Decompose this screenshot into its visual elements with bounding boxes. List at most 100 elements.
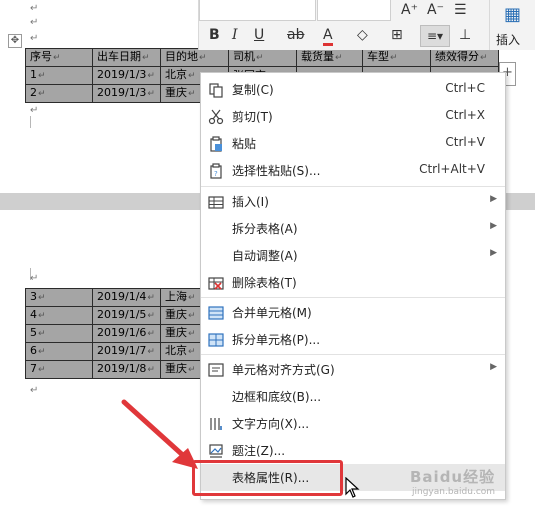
table-header-cell[interactable]: 司机↵ [228, 48, 297, 67]
table-cell[interactable]: 2019/1/5↵ [92, 306, 161, 325]
table-header-cell[interactable]: 目的地↵ [160, 48, 229, 67]
table-cell[interactable]: 2019/1/4↵ [92, 288, 161, 307]
table-insert-icon [208, 196, 224, 209]
table-row: 7↵ 2019/1/8↵ 重庆↵ [25, 360, 211, 379]
cell-fill-icon[interactable]: ⊥ [459, 27, 471, 43]
menu-item-shortcut: Ctrl+C [445, 81, 485, 95]
shading-icon[interactable]: ◇ [357, 27, 368, 43]
menu-item-paste-special[interactable]: ? 选择性粘贴(S)... Ctrl+Alt+V [201, 157, 505, 184]
paragraph-mark: ↵ [30, 385, 39, 396]
menu-item-label: 题注(Z)... [232, 444, 286, 458]
menu-item-label: 选择性粘贴(S)... [232, 164, 321, 178]
baidu-watermark: Baidu经验 jingyan.baidu.com [410, 466, 495, 497]
italic-icon[interactable]: I [232, 27, 238, 43]
menu-separator [201, 297, 505, 298]
table-row: 4↵ 2019/1/5↵ 重庆↵ [25, 306, 211, 325]
table-move-handle-icon[interactable]: ✥ [8, 34, 22, 48]
table-header-cell[interactable]: 载货量↵ [296, 48, 363, 67]
table-header-cell[interactable]: 序号↵ [25, 48, 93, 67]
text-direction-icon [210, 418, 222, 430]
watermark-url: jingyan.baidu.com [412, 487, 496, 497]
table-cell[interactable]: 2↵ [25, 84, 93, 103]
copy-icon [209, 83, 223, 98]
table-header-cell[interactable]: 出车日期↵ [92, 48, 161, 67]
submenu-arrow-icon: ▶ [490, 362, 497, 372]
menu-item-autofit[interactable]: 自动调整(A) ▶ [201, 242, 505, 269]
merge-cells-icon [208, 306, 224, 320]
cell-align-icon [208, 363, 224, 377]
menu-item-label: 粘贴 [232, 137, 257, 151]
borders-icon[interactable]: ⊞ [391, 27, 403, 43]
watermark-brand: Baidu经验 [410, 468, 496, 486]
align-dropdown-icon[interactable]: ≡▾ [420, 25, 450, 47]
table-row: 5↵ 2019/1/6↵ 重庆↵ [25, 324, 211, 343]
menu-item-text-direction[interactable]: 文字方向(X)... [201, 410, 505, 437]
menu-item-label: 边框和底纹(B)... [232, 390, 322, 404]
table-cell[interactable]: 2019/1/3↵ [92, 66, 161, 85]
paragraph-mark: ↵ [30, 33, 39, 44]
paragraph-mark: ↵ [30, 17, 39, 28]
menu-item-shortcut: Ctrl+Alt+V [419, 162, 485, 176]
table-cell[interactable]: 6↵ [25, 342, 93, 361]
menu-item-borders-shading[interactable]: 边框和底纹(B)... [201, 383, 505, 410]
menu-item-merge-cells[interactable]: 合并单元格(M) [201, 299, 505, 326]
table-cell[interactable]: 4↵ [25, 306, 93, 325]
caption-icon [209, 444, 223, 458]
submenu-arrow-icon: ▶ [490, 221, 497, 231]
font-size-box[interactable] [317, 0, 391, 21]
menu-item-split-table[interactable]: 拆分表格(A) ▶ [201, 215, 505, 242]
table-header-row: 序号↵ 出车日期↵ 目的地↵ 司机↵ 载货量↵ 车型↵ 绩效得分↵ [25, 48, 499, 67]
underline-icon[interactable]: U [254, 27, 264, 43]
paste-special-icon: ? [210, 163, 222, 179]
page-corner-mark [18, 116, 31, 128]
menu-item-shortcut: Ctrl+V [445, 135, 485, 149]
table-cell[interactable]: 7↵ [25, 360, 93, 379]
menu-item-delete-table[interactable]: 删除表格(T) [201, 269, 505, 296]
menu-item-label: 文字方向(X)... [232, 417, 310, 431]
font-grow-icon[interactable]: A⁺ [401, 2, 418, 18]
menu-separator [201, 186, 505, 187]
menu-item-copy[interactable]: 复制(C) Ctrl+C [201, 76, 505, 103]
split-cells-icon [208, 333, 224, 347]
menu-item-cut[interactable]: 剪切(T) Ctrl+X [201, 103, 505, 130]
scissors-icon [208, 109, 224, 125]
paragraph-mark: ↵ [30, 273, 39, 284]
table-cell[interactable]: 3↵ [25, 288, 93, 307]
menu-item-split-cells[interactable]: 拆分单元格(P)... [201, 326, 505, 353]
table-row: 6↵ 2019/1/7↵ 北京↵ [25, 342, 211, 361]
svg-text:?: ? [214, 170, 218, 178]
menu-item-insert[interactable]: 插入(I) ▶ [201, 188, 505, 215]
ribbon-toolbar: A⁺ A⁻ ☰ B I U ab A ◇ ⊞ ≡▾ ⊥ ▦ 插入 [198, 0, 535, 50]
bold-icon[interactable]: B [209, 27, 220, 43]
font-color-icon[interactable]: A [323, 27, 333, 46]
menu-item-shortcut: Ctrl+X [445, 108, 485, 122]
highlight-box [192, 460, 343, 496]
menu-item-cell-alignment[interactable]: 单元格对齐方式(G) ▶ [201, 356, 505, 383]
font-shrink-icon[interactable]: A⁻ [427, 2, 444, 18]
paragraph-mark: ↵ [30, 105, 39, 116]
menu-item-paste[interactable]: 粘贴 Ctrl+V [201, 130, 505, 157]
table-cell[interactable]: 5↵ [25, 324, 93, 343]
paste-icon [210, 136, 222, 152]
font-name-box[interactable] [199, 0, 316, 21]
table-cell[interactable]: 2019/1/7↵ [92, 342, 161, 361]
mouse-cursor-icon [345, 477, 360, 498]
data-table-bottom: 3↵ 2019/1/4↵ 上海↵ 4↵ 2019/1/5↵ 重庆↵ 5↵ 201… [25, 288, 211, 379]
table-cell[interactable]: 2019/1/3↵ [92, 84, 161, 103]
paragraph-mark: ↵ [30, 3, 39, 14]
menu-item-label: 复制(C) [232, 83, 274, 97]
submenu-arrow-icon: ▶ [490, 248, 497, 258]
table-cell[interactable]: 1↵ [25, 66, 93, 85]
menu-separator [201, 354, 505, 355]
menu-item-label: 合并单元格(M) [232, 306, 312, 320]
table-header-cell[interactable]: 绩效得分↵ [430, 48, 499, 67]
menu-item-label: 插入(I) [232, 195, 269, 209]
strikethrough-icon[interactable]: ab [287, 27, 304, 43]
table-header-cell[interactable]: 车型↵ [362, 48, 431, 67]
insert-table-button[interactable]: ▦ 插入 [489, 0, 535, 50]
menu-item-label: 拆分表格(A) [232, 222, 298, 236]
context-menu: 复制(C) Ctrl+C 剪切(T) Ctrl+X 粘贴 Ctrl+V ? 选择… [200, 72, 506, 500]
table-cell[interactable]: 2019/1/6↵ [92, 324, 161, 343]
table-cell[interactable]: 2019/1/8↵ [92, 360, 161, 379]
line-spacing-icon[interactable]: ☰ [454, 2, 467, 18]
